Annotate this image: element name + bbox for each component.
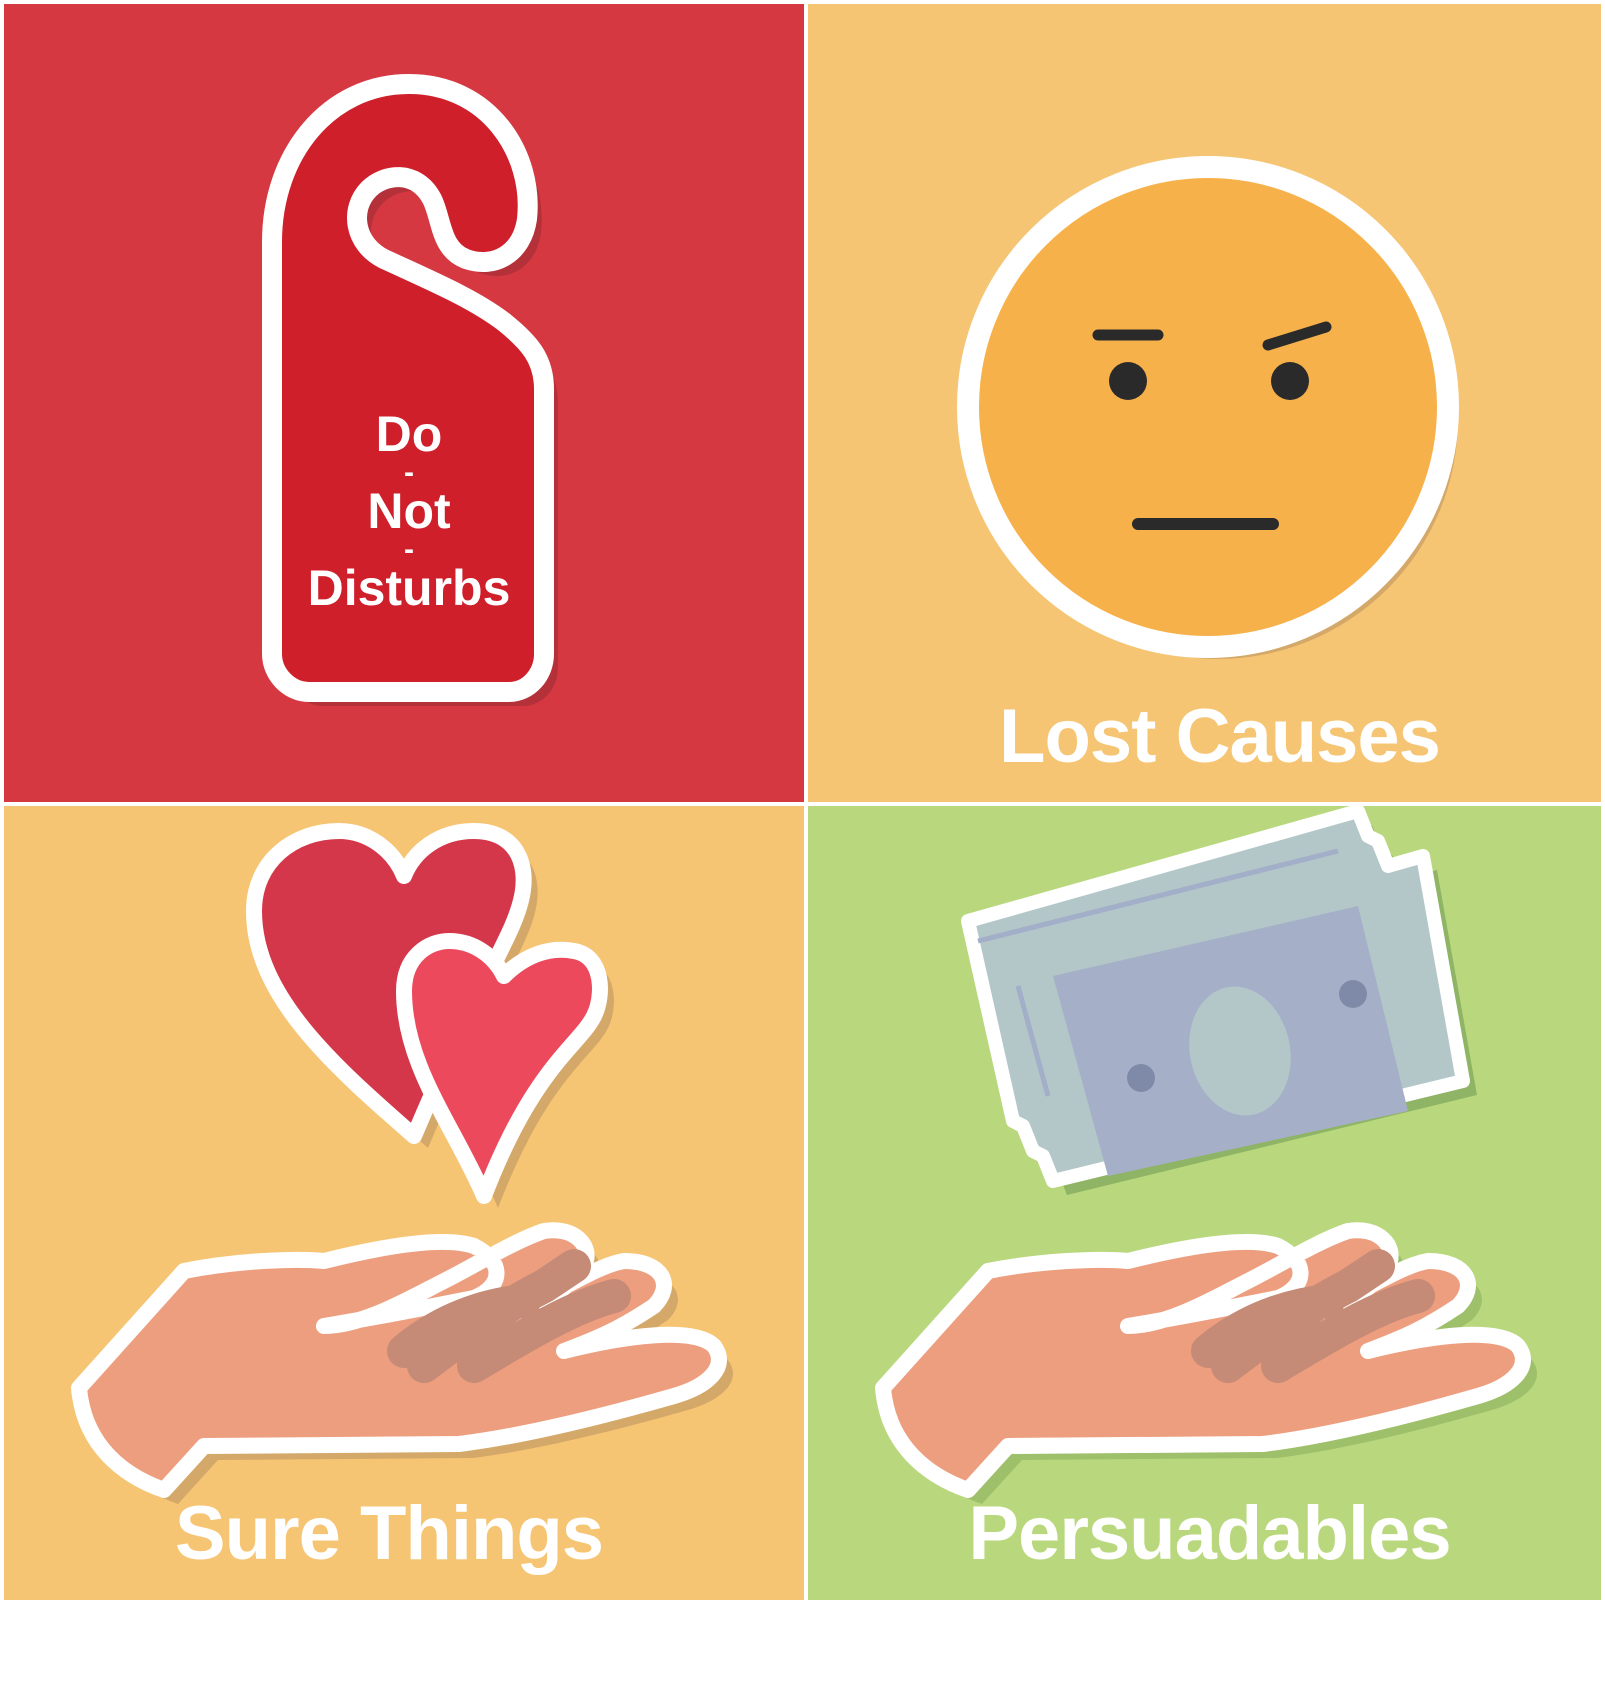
hanger-line-dash: - [404, 533, 414, 566]
hanger-line-not: Not [367, 483, 451, 539]
quadrant-lost-causes: Lost Causes [808, 4, 1601, 802]
quadrant-persuadables: Persuadables [808, 806, 1601, 1600]
hanger-line-do: Do [375, 406, 443, 462]
neutral-face-icon [957, 156, 1459, 659]
door-hanger-text: Do - Not - Disturbs [259, 409, 559, 613]
hand-icon [875, 1222, 1538, 1504]
label-sure-things: Sure Things [174, 1491, 604, 1576]
hearts-in-hand-icon [71, 823, 734, 1504]
hanger-line-dash: - [404, 456, 414, 489]
hand-icon [71, 1222, 734, 1504]
cash-icon [961, 806, 1477, 1195]
label-persuadables: Persuadables [968, 1491, 1451, 1576]
hearts-icon [246, 823, 614, 1208]
quadrant-do-not-disturbs: Do - Not - Disturbs [4, 4, 804, 802]
hanger-line-disturbs: Disturbs [307, 560, 511, 616]
quadrant-sure-things: Sure Things [4, 806, 804, 1600]
money-in-hand-icon [875, 806, 1538, 1504]
label-lost-causes: Lost Causes [999, 694, 1441, 779]
door-hanger-icon [262, 74, 558, 706]
